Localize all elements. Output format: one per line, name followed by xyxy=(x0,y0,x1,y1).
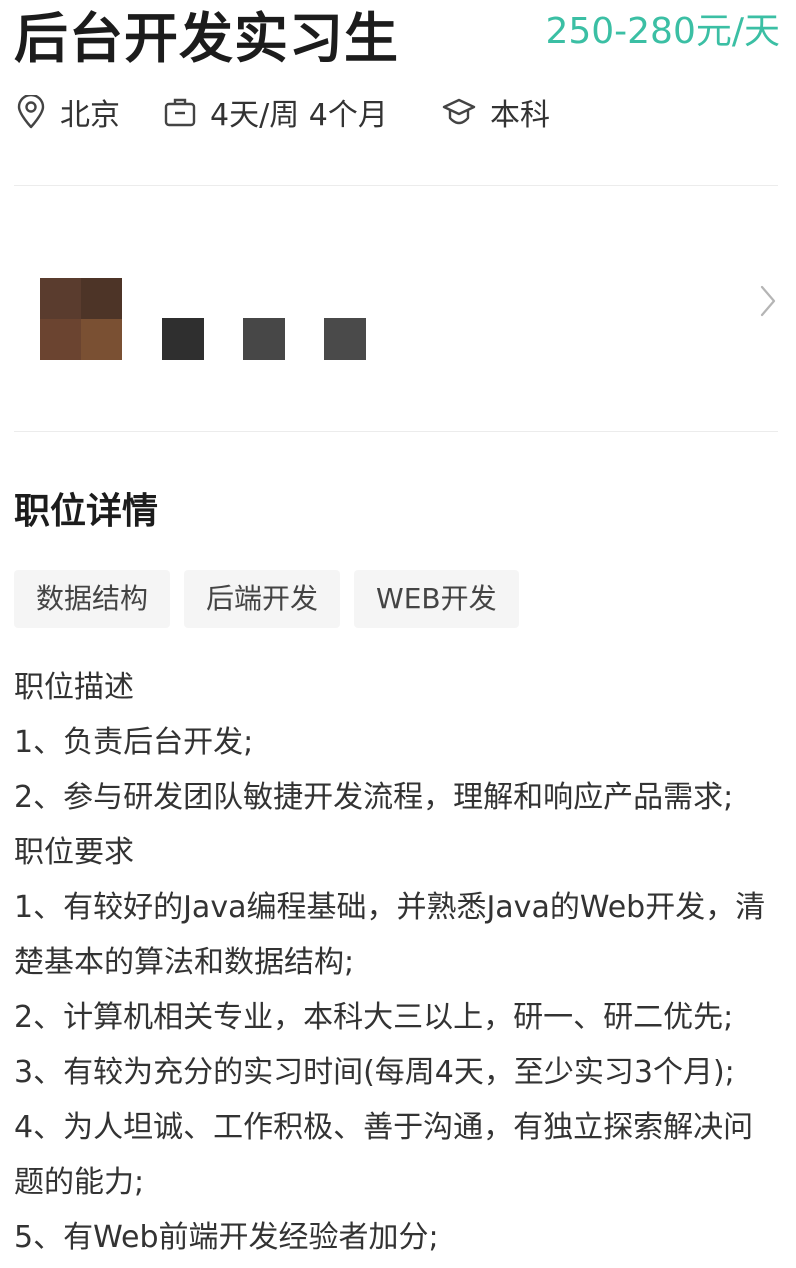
location-pin-icon xyxy=(17,95,45,129)
schedule-text: 4天/周 4个月 xyxy=(210,98,388,133)
company-card[interactable] xyxy=(14,188,778,430)
briefcase-icon xyxy=(164,98,196,127)
requirement-line: 4、为人坦诚、工作积极、善于沟通，有独立探索解决问 xyxy=(14,1110,754,1145)
requirement-line: 5、有Web前端开发经验者加分; xyxy=(14,1220,439,1255)
section-title-job-details: 职位详情 xyxy=(14,491,159,532)
salary: 250-280元/天 xyxy=(545,11,780,52)
company-name-obscured xyxy=(162,318,366,360)
meta-education: 本科 xyxy=(442,88,550,136)
education-text: 本科 xyxy=(490,98,550,133)
job-header: 后台开发实习生 250-280元/天 xyxy=(14,0,782,80)
chevron-right-icon[interactable] xyxy=(758,284,778,318)
divider xyxy=(14,431,778,432)
requirement-line: 1、有较好的Java编程基础，并熟悉Java的Web开发，清 xyxy=(14,890,766,925)
graduation-cap-icon xyxy=(442,98,476,125)
skill-tags: 数据结构 后端开发 WEB开发 xyxy=(14,570,533,628)
requirement-line: 楚基本的算法和数据结构; xyxy=(14,945,355,980)
meta-schedule: 4天/周 4个月 xyxy=(164,88,388,136)
requirement-line: 题的能力; xyxy=(14,1165,145,1200)
requirement-line: 2、计算机相关专业，本科大三以上，研一、研二优先; xyxy=(14,1000,734,1035)
requirement-line: 3、有较为充分的实习时间(每周4天，至少实习3个月); xyxy=(14,1055,735,1090)
skill-tag: WEB开发 xyxy=(354,570,519,628)
description-heading: 职位描述 xyxy=(14,670,134,705)
divider xyxy=(14,185,778,186)
skill-tag: 后端开发 xyxy=(184,570,341,628)
job-meta-row: 北京 4天/周 4个月 本科 xyxy=(14,88,774,136)
description-line: 1、负责后台开发; xyxy=(14,725,254,760)
description-line: 2、参与研发团队敏捷开发流程，理解和响应产品需求; xyxy=(14,780,734,815)
job-description: 职位描述 1、负责后台开发; 2、参与研发团队敏捷开发流程，理解和响应产品需求;… xyxy=(14,660,784,1265)
company-logo xyxy=(40,278,122,360)
meta-location: 北京 xyxy=(16,88,120,136)
job-title: 后台开发实习生 xyxy=(14,7,399,70)
skill-tag: 数据结构 xyxy=(14,570,171,628)
location-text: 北京 xyxy=(60,98,120,133)
requirements-heading: 职位要求 xyxy=(14,835,134,870)
